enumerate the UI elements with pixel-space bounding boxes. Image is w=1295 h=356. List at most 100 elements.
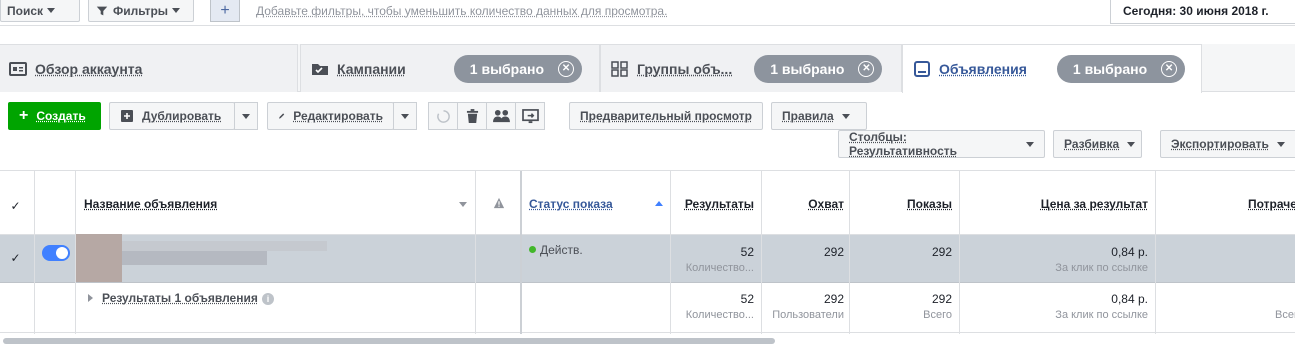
close-icon[interactable]: ✕ <box>1161 61 1178 77</box>
add-filter-button[interactable]: + <box>210 0 240 22</box>
columns-label: Столбцы: Результативность <box>849 130 958 158</box>
ads-table: ✓ Название объявления Статус показа Резу… <box>0 170 1295 334</box>
pill-label: 1 выбрано <box>770 60 845 77</box>
edit-label: Редактировать <box>293 109 383 123</box>
column-header-status[interactable]: Статус показа <box>529 197 639 211</box>
results-type: Количество... <box>685 262 754 274</box>
pencil-icon <box>279 113 285 119</box>
column-header-spent[interactable]: Потрачено <box>1248 197 1295 211</box>
sort-asc-icon[interactable] <box>655 201 663 206</box>
create-label: Создать <box>36 109 86 123</box>
tab-adsets[interactable]: Группы объ... 1 выбрано ✕ <box>600 44 902 92</box>
selection-pill[interactable]: 1 выбрано ✕ <box>754 54 883 83</box>
status-text: Действ. <box>540 243 583 257</box>
date-range-picker[interactable]: Сегодня: 30 июня 2018 г. <box>1110 0 1295 24</box>
export-label: Экспортировать <box>1171 137 1269 151</box>
delete-button[interactable] <box>457 102 487 130</box>
redacted-ad-name <box>122 251 267 265</box>
summary-results: 52 <box>740 292 754 306</box>
edit-options-button[interactable] <box>393 102 417 130</box>
tab-label: Кампании <box>337 60 406 77</box>
create-button[interactable]: + Создать <box>8 102 101 130</box>
tab-label: Группы объ... <box>637 60 733 77</box>
rules-button[interactable]: Правила <box>771 102 867 130</box>
summary-impressions: 292 <box>931 292 952 306</box>
summary-spent-type: Всего <box>1275 309 1295 321</box>
cost-value: 0,84 р. <box>1111 245 1148 259</box>
dashboard-icon <box>9 61 27 76</box>
select-all-checkbox[interactable]: ✓ <box>9 199 22 213</box>
redacted-ad-name <box>122 241 327 251</box>
funnel-icon <box>96 6 108 15</box>
refresh-button[interactable] <box>428 102 458 130</box>
status-dot-icon <box>529 246 536 253</box>
preview-button[interactable]: Предварительный просмотр <box>569 102 763 130</box>
reach-value: 292 <box>823 245 844 259</box>
duplicate-button[interactable]: Дублировать <box>109 102 235 130</box>
results-value: 52 <box>740 245 754 259</box>
filter-bar: Поиск Фильтры + Добавьте фильтры, чтобы … <box>0 0 1295 26</box>
folder-icon <box>312 63 328 75</box>
tab-label: Обзор аккаунта <box>35 60 143 77</box>
column-divider <box>75 171 76 334</box>
columns-button[interactable]: Столбцы: Результативность <box>838 130 1045 158</box>
chevron-down-icon <box>47 8 56 13</box>
pill-label: 1 выбрано <box>469 60 545 77</box>
ad-thumbnail <box>76 234 122 282</box>
ab-test-button[interactable] <box>486 102 516 130</box>
tab-account-overview[interactable]: Обзор аккаунта <box>0 44 298 92</box>
tab-ads[interactable]: Объявления 1 выбрано ✕ <box>902 44 1202 93</box>
filter-hint[interactable]: Добавьте фильтры, чтобы уменьшить количе… <box>256 4 667 18</box>
column-divider <box>670 171 671 334</box>
summary-cost: 0,84 р. <box>1111 292 1148 306</box>
edit-button[interactable]: Редактировать <box>267 102 394 130</box>
refresh-icon <box>436 109 450 123</box>
chevron-down-icon <box>401 113 409 119</box>
level-tabs: Обзор аккаунта Кампании 1 выбрано ✕ Групп… <box>0 44 1295 93</box>
chevron-down-icon <box>1127 141 1136 147</box>
chevron-right-icon[interactable] <box>88 294 93 302</box>
ad-status-toggle[interactable] <box>42 245 70 261</box>
export-button[interactable]: Экспортировать <box>1160 130 1295 158</box>
share-icon <box>521 108 539 123</box>
search-label: Поиск <box>7 3 44 18</box>
column-divider <box>475 171 476 334</box>
selection-pill[interactable]: 1 выбрано ✕ <box>1056 55 1186 83</box>
breakdown-button[interactable]: Разбивка <box>1053 130 1142 158</box>
chevron-down-icon <box>172 8 181 13</box>
column-header-impressions[interactable]: Показы <box>852 197 952 211</box>
people-icon <box>492 109 510 122</box>
duplicate-options-button[interactable] <box>234 102 258 130</box>
tab-campaigns[interactable]: Кампании 1 выбрано ✕ <box>300 44 600 92</box>
filters-label: Фильтры <box>113 3 169 18</box>
column-header-results[interactable]: Результаты <box>676 197 754 211</box>
preview-link-button[interactable] <box>515 102 545 130</box>
table-header: ✓ Название объявления Статус показа Резу… <box>0 171 1295 235</box>
filters-dropdown[interactable]: Фильтры <box>88 0 194 22</box>
column-header-reach[interactable]: Охват <box>766 197 844 211</box>
horizontal-scrollbar[interactable] <box>3 338 775 344</box>
preview-label: Предварительный просмотр <box>580 109 752 123</box>
cost-type: За клик по ссылке <box>1055 262 1148 274</box>
close-icon[interactable]: ✕ <box>858 60 875 77</box>
rules-label: Правила <box>782 109 834 123</box>
breakdown-label: Разбивка <box>1064 137 1120 151</box>
column-divider <box>1155 171 1156 334</box>
sort-chevron-icon[interactable] <box>459 202 467 207</box>
column-divider <box>761 171 762 334</box>
tab-label: Объявления <box>939 61 1027 77</box>
chevron-down-icon <box>841 113 850 119</box>
pill-label: 1 выбрано <box>1072 61 1148 77</box>
column-header-cost[interactable]: Цена за результат <box>964 197 1148 211</box>
close-icon[interactable]: ✕ <box>558 60 575 77</box>
summary-label[interactable]: Результаты 1 объявления <box>102 291 258 305</box>
summary-row: Результаты 1 объявления i 52 Количество.… <box>0 283 1295 333</box>
info-icon[interactable]: i <box>262 293 274 305</box>
table-row[interactable]: ✓ Действ. 52 Количество... 292 292 0,84 … <box>0 234 1295 283</box>
chevron-down-icon <box>1276 141 1285 147</box>
ad-icon <box>914 61 930 77</box>
search-dropdown[interactable]: Поиск <box>0 0 80 22</box>
column-header-name[interactable]: Название объявления <box>84 197 464 211</box>
selection-pill[interactable]: 1 выбрано ✕ <box>453 54 583 83</box>
row-checkbox[interactable]: ✓ <box>9 251 22 265</box>
